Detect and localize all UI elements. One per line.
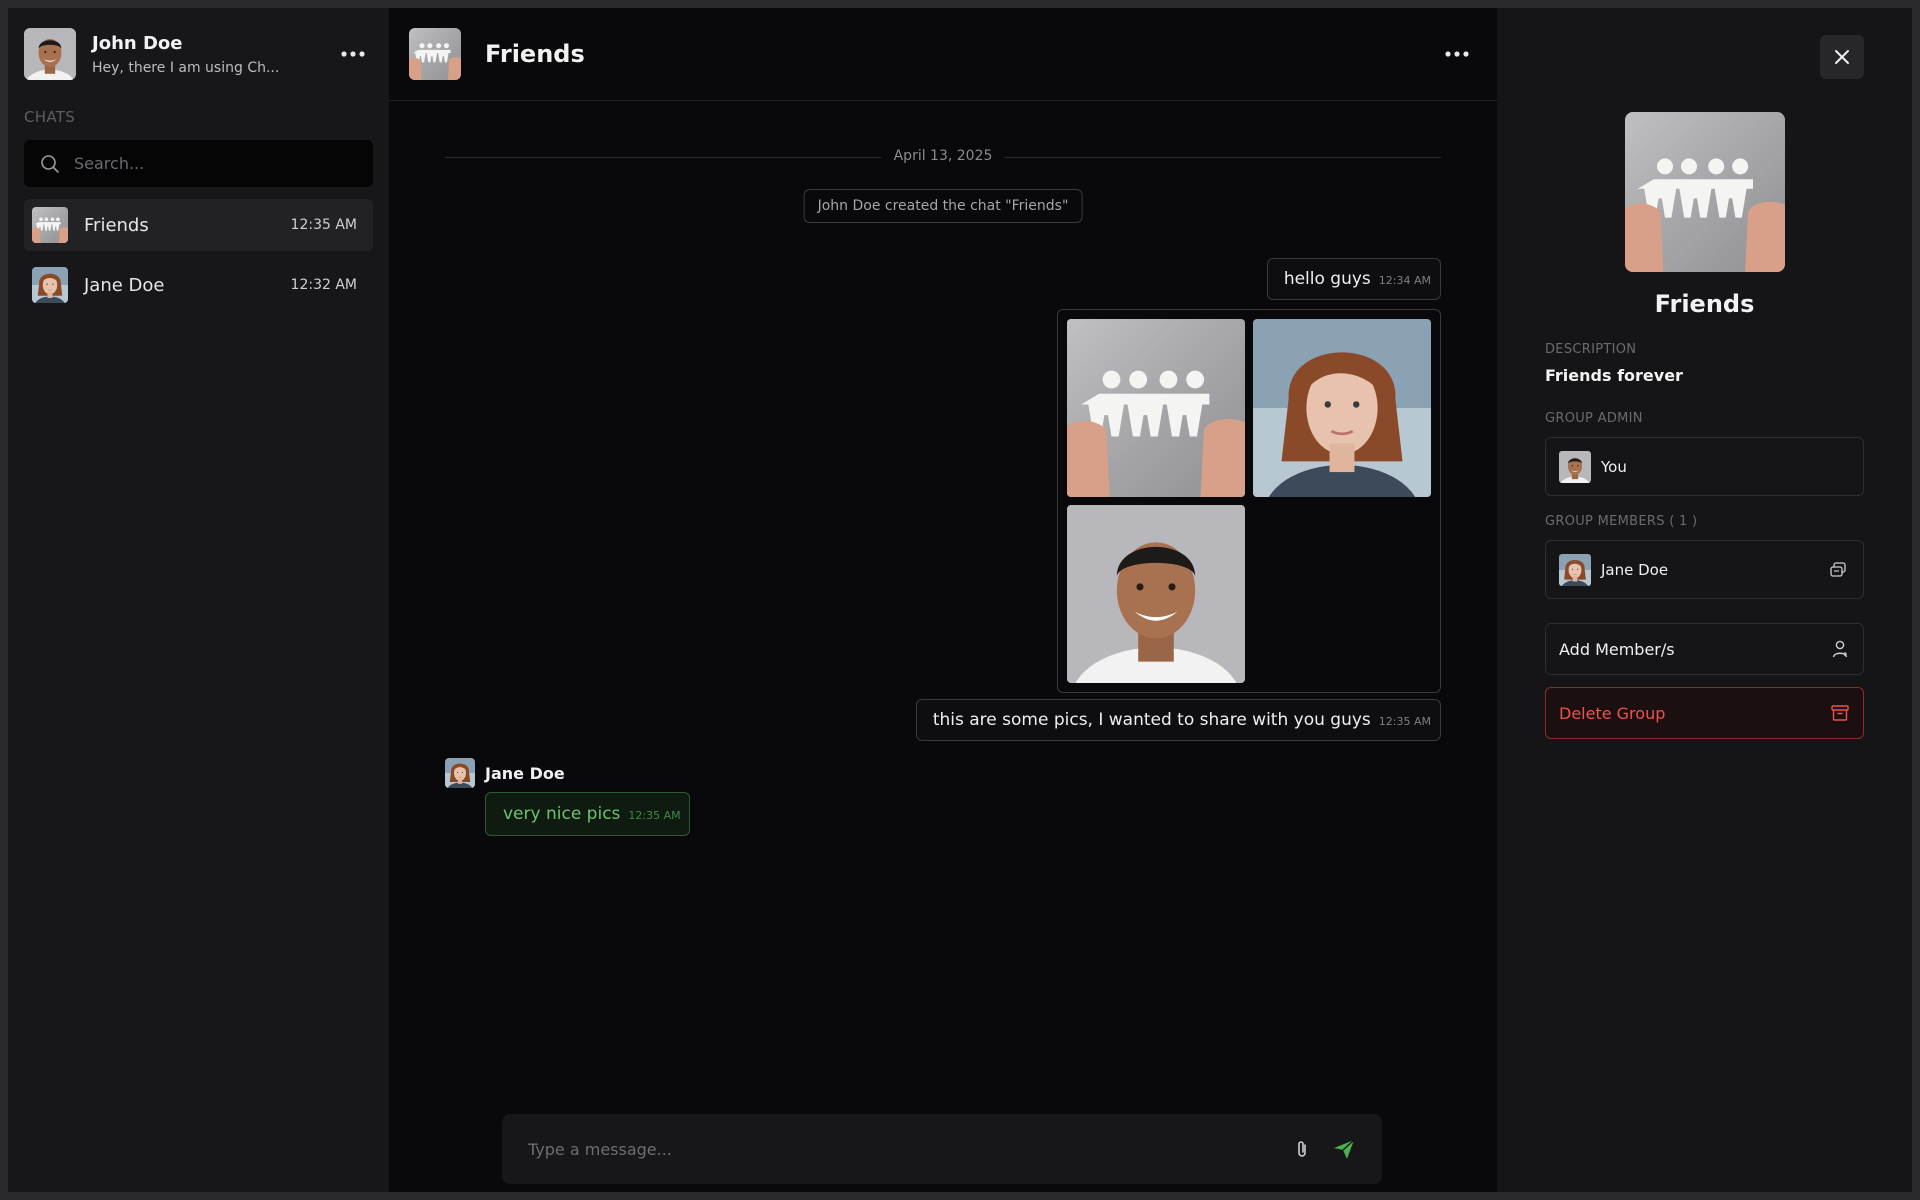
avatar (1559, 450, 1591, 483)
avatar (32, 207, 68, 243)
group-details-panel: Friends DESCRIPTION Friends forever GROU… (1497, 8, 1912, 1192)
chat-list: Friends 12:35 AM Jane Doe 12:32 AM (24, 199, 373, 311)
image-gallery-message (1057, 309, 1441, 693)
profile-menu-button[interactable] (333, 34, 373, 74)
paperclip-icon (1298, 1141, 1306, 1157)
message-composer (502, 1114, 1382, 1184)
message-text: this are some pics, I wanted to share wi… (932, 710, 1371, 730)
send-icon (1334, 1139, 1355, 1159)
chat-menu-button[interactable] (1437, 34, 1477, 74)
group-name: Friends (1654, 290, 1755, 318)
chat-header: Friends (389, 8, 1497, 101)
outgoing-message[interactable]: this are some pics, I wanted to share wi… (915, 699, 1441, 741)
shared-image[interactable] (1067, 505, 1245, 683)
avatar (1559, 553, 1591, 586)
shared-image[interactable] (1253, 319, 1431, 497)
delete-group-button[interactable]: Delete Group (1545, 687, 1864, 739)
chat-item-friends[interactable]: Friends 12:35 AM (24, 199, 373, 251)
sender-header: Jane Doe (445, 758, 690, 788)
message-text: very nice pics (503, 804, 621, 824)
incoming-bubble[interactable]: very nice pics 12:35 AM (485, 792, 690, 836)
add-member-label: Add Member/s (1559, 639, 1675, 659)
group-avatar[interactable] (409, 28, 461, 80)
close-button[interactable] (1820, 35, 1864, 79)
close-icon (1835, 50, 1849, 64)
send-button[interactable] (1328, 1133, 1360, 1165)
chat-item-jane-doe[interactable]: Jane Doe 12:32 AM (24, 259, 373, 311)
message-time: 12:35 AM (628, 809, 681, 822)
profile-info: John Doe Hey, there I am using Ch... (92, 33, 333, 76)
chat-panel: Friends April 13, 2025 John Doe created … (389, 8, 1497, 1192)
add-user-icon (1832, 640, 1848, 658)
group-avatar-large[interactable] (1624, 112, 1785, 272)
attach-button[interactable] (1286, 1133, 1318, 1165)
avatar[interactable] (24, 28, 76, 80)
shared-image[interactable] (1067, 319, 1245, 497)
search-box[interactable] (24, 140, 373, 187)
search-icon (41, 154, 59, 173)
sidebar: John Doe Hey, there I am using Ch... CHA… (8, 8, 389, 1192)
add-member-button[interactable]: Add Member/s (1545, 623, 1864, 675)
admin-card[interactable]: You (1545, 437, 1864, 496)
profile-header: John Doe Hey, there I am using Ch... (24, 28, 373, 80)
message-input[interactable] (528, 1139, 1276, 1159)
date-label: April 13, 2025 (881, 148, 1005, 164)
group-admin-label: GROUP ADMIN (1545, 411, 1643, 426)
chat-time: 12:35 AM (290, 217, 357, 233)
message-list[interactable]: April 13, 2025 John Doe created the chat… (389, 101, 1497, 1192)
chats-section-label: CHATS (24, 108, 76, 126)
description-label: DESCRIPTION (1545, 342, 1637, 357)
chat-bubbles-icon (1830, 561, 1846, 577)
message-text: hello guys (1283, 269, 1371, 289)
avatar (32, 267, 68, 303)
chat-name: Jane Doe (84, 274, 165, 296)
profile-status: Hey, there I am using Ch... (92, 59, 280, 76)
message-time: 12:35 AM (1378, 715, 1431, 728)
chat-title[interactable]: Friends (485, 40, 1437, 68)
chat-time: 12:32 AM (290, 277, 357, 293)
more-horizontal-icon (341, 51, 365, 57)
member-card[interactable]: Jane Doe (1545, 540, 1864, 599)
members-section: GROUP MEMBERS ( 1 ) Jane Doe (1545, 514, 1864, 599)
archive-icon (1831, 705, 1849, 721)
outgoing-message[interactable]: hello guys 12:34 AM (1266, 258, 1441, 300)
sender-name: Jane Doe (485, 763, 565, 783)
search-input[interactable] (74, 154, 354, 173)
admin-name: You (1601, 457, 1627, 476)
profile-name: John Doe (92, 32, 183, 54)
chat-name: Friends (84, 214, 149, 236)
more-horizontal-icon (1445, 51, 1469, 57)
avatar[interactable] (445, 758, 475, 788)
member-name: Jane Doe (1601, 560, 1669, 579)
description-text: Friends forever (1545, 366, 1683, 385)
message-time: 12:34 AM (1378, 274, 1431, 287)
incoming-message: Jane Doe very nice pics 12:35 AM (445, 758, 690, 836)
admin-section: GROUP ADMIN You (1545, 411, 1864, 496)
description-section: DESCRIPTION Friends forever (1545, 342, 1864, 385)
message-member-button[interactable] (1826, 558, 1850, 582)
system-message: John Doe created the chat "Friends" (803, 189, 1083, 223)
delete-group-label: Delete Group (1559, 703, 1666, 723)
group-members-label: GROUP MEMBERS ( 1 ) (1545, 514, 1698, 529)
